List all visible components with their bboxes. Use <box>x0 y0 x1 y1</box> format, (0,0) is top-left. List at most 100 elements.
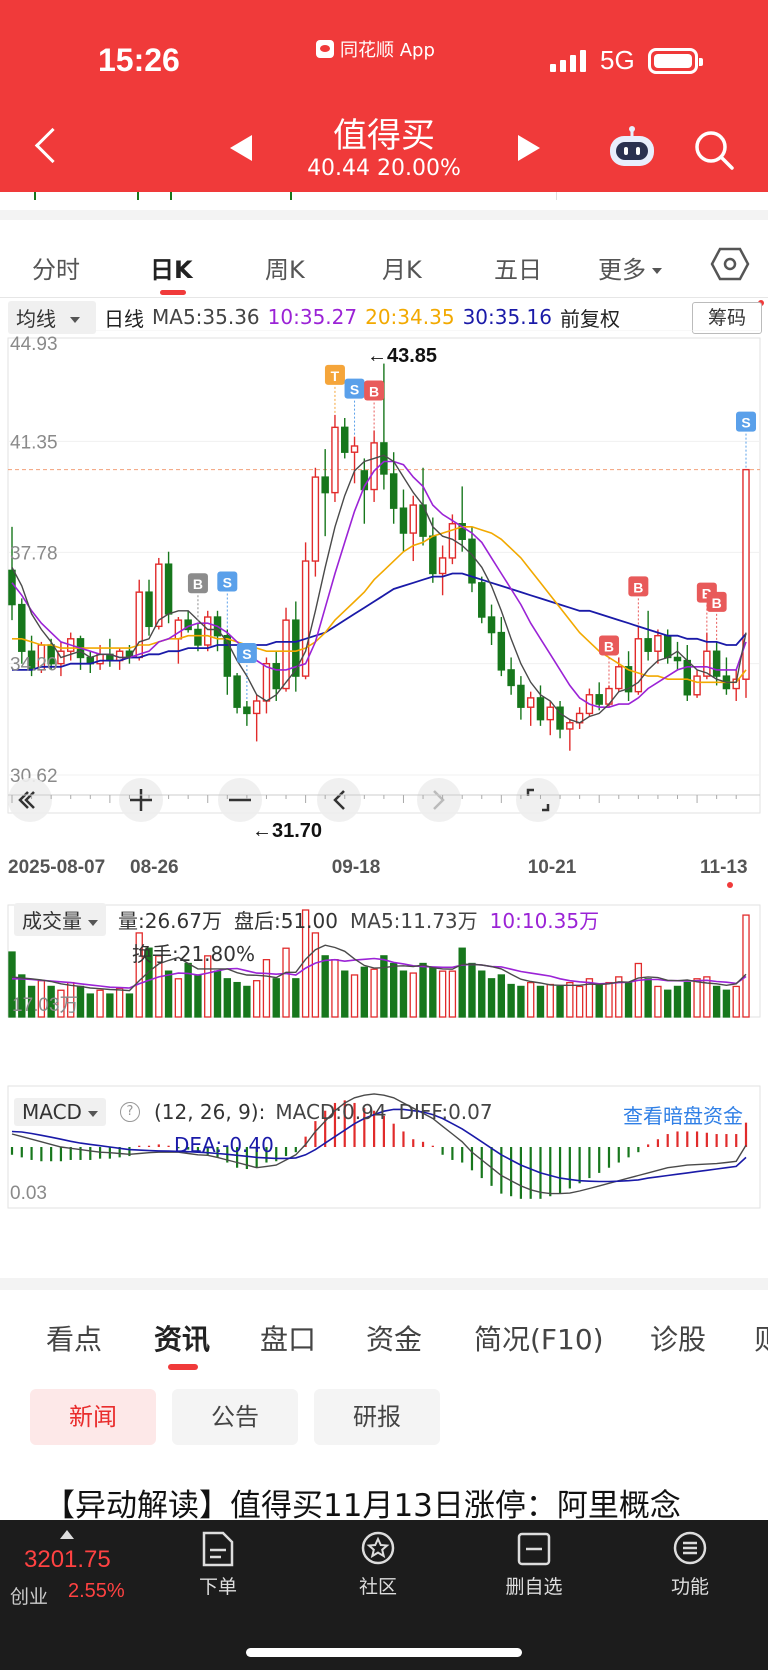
candle-down <box>194 628 202 646</box>
status-time: 15:26 <box>98 42 180 78</box>
tab-finance-cut[interactable]: 则 <box>754 1318 768 1358</box>
volume-bar-down <box>478 970 486 1018</box>
volume-bar-up <box>174 978 183 1018</box>
pill-research[interactable]: 研报 <box>314 1389 440 1445</box>
volume-bar-down <box>517 985 525 1018</box>
candle-down <box>683 659 692 696</box>
assistant-robot-icon[interactable] <box>606 126 658 170</box>
ma-legend-row: 均线 日线 MA5:35.36 10:35.27 20:34.35 30:35.… <box>8 300 628 334</box>
zoom-out-button[interactable] <box>218 778 262 822</box>
volume-bar-up <box>115 987 124 1018</box>
candle-down <box>712 650 721 677</box>
tab-order-book[interactable]: 盘口 <box>260 1318 316 1358</box>
dark-pool-link[interactable]: 查看暗盘资金 <box>623 1100 743 1129</box>
nav-remove-watchlist[interactable]: 删自选 <box>484 1530 584 1599</box>
tab-daily-k[interactable]: 日K <box>150 250 193 285</box>
tab-more[interactable]: 更多 <box>598 250 662 285</box>
section-divider <box>0 210 768 220</box>
volume-bar-up <box>409 972 417 1018</box>
volume-bar-down <box>673 985 682 1018</box>
candle-up <box>96 653 104 665</box>
bottom-nav-bar: 3201.75 创业 2.55% 下单 社区 删自选 功能 <box>0 1520 768 1670</box>
candle-up <box>566 722 574 730</box>
tab-monthly-k[interactable]: 月K <box>382 250 422 285</box>
candle-down <box>8 569 16 606</box>
signal-label: S <box>741 415 750 431</box>
nav-functions[interactable]: 功能 <box>640 1530 740 1599</box>
zoom-in-button[interactable] <box>119 778 163 822</box>
tab-f10[interactable]: 简况(F10) <box>474 1318 604 1358</box>
volume-bar-down <box>468 962 476 1018</box>
kline-tabs: 分时 日K 周K 月K 五日 更多 <box>0 228 768 298</box>
volume-bar-up <box>252 980 261 1018</box>
macd-dropdown[interactable]: MACD <box>14 1098 106 1126</box>
volume-dropdown-label: 成交量 <box>22 909 82 933</box>
volume-bar-up <box>527 981 535 1018</box>
volume-bar-up <box>732 985 740 1018</box>
index-up-arrow-icon <box>60 1530 74 1539</box>
app-header: 15:26 同花顺 App 5G 值得买 40.44 20.00% <box>0 0 768 192</box>
volume-bar-up <box>605 981 613 1018</box>
network-type: 5G <box>600 45 635 75</box>
volume-bar-up <box>566 981 574 1018</box>
nav-place-order[interactable]: 下单 <box>168 1530 268 1599</box>
volume-dropdown[interactable]: 成交量 <box>14 903 106 936</box>
tab-diagnosis[interactable]: 诊股 <box>650 1318 706 1358</box>
tab-capital[interactable]: 资金 <box>366 1318 422 1358</box>
chevron-down-icon <box>652 268 662 274</box>
volume-bar-down <box>389 962 398 1018</box>
volume-bar-down <box>458 947 466 1018</box>
volume-y-label: 17.03万 <box>12 995 79 1016</box>
macd-params: (12, 26, 9): <box>153 1100 266 1124</box>
collapse-left-button[interactable] <box>8 778 52 822</box>
ma-dropdown[interactable]: 均线 <box>8 300 96 334</box>
volume-bar-down <box>321 955 329 1018</box>
signal-label: B <box>369 383 379 399</box>
adjust-label[interactable]: 前复权 <box>560 303 620 332</box>
scroll-right-button[interactable] <box>417 778 461 822</box>
tab-news[interactable]: 资讯 <box>154 1318 210 1358</box>
volume-bar-down <box>507 983 515 1018</box>
fullscreen-button[interactable] <box>516 778 560 822</box>
price-y-tick-label: 37.78 <box>10 543 58 564</box>
volume-bar-down <box>487 978 496 1018</box>
volume-bar-down <box>86 993 94 1018</box>
index-value[interactable]: 3201.75 <box>24 1546 111 1574</box>
star-badge-icon <box>361 1531 395 1565</box>
tab-highlights[interactable]: 看点 <box>46 1318 102 1358</box>
volume-bar-down <box>272 978 280 1018</box>
volume-bar-down <box>213 970 222 1018</box>
candle-up <box>546 706 555 721</box>
scroll-left-button[interactable] <box>317 778 361 822</box>
settings-hexagon-icon[interactable] <box>710 246 750 282</box>
candle-up <box>693 675 701 696</box>
pill-news[interactable]: 新闻 <box>30 1389 156 1445</box>
pill-announcements[interactable]: 公告 <box>172 1389 298 1445</box>
signal-marker: B <box>628 576 649 625</box>
tab-five-day[interactable]: 五日 <box>494 250 542 285</box>
volume-bar-down <box>712 985 721 1018</box>
ma-dropdown-label: 均线 <box>16 306 56 331</box>
candle-down <box>487 616 496 634</box>
app-badge: 同花顺 App <box>316 36 435 62</box>
candle-down <box>644 638 652 652</box>
volume-bar-up <box>331 959 339 1018</box>
help-icon[interactable]: ? <box>119 1102 140 1122</box>
x-axis-date-label: 2025-08-07 <box>8 857 105 878</box>
macd-y-label: 0.03 <box>10 1183 47 1204</box>
tab-minute[interactable]: 分时 <box>32 250 80 285</box>
nav-community[interactable]: 社区 <box>328 1530 428 1599</box>
index-name: 创业 <box>10 1586 49 1608</box>
x-axis-date-label: 10-21 <box>528 857 577 878</box>
next-stock-button[interactable] <box>518 135 540 161</box>
candle-down <box>321 476 329 494</box>
candle-down <box>478 582 486 618</box>
search-icon[interactable] <box>692 128 736 172</box>
signal-marker: B <box>706 591 727 640</box>
tab-weekly-k[interactable]: 周K <box>265 250 305 285</box>
candle-up <box>615 666 623 690</box>
candle-up <box>262 662 271 702</box>
after-hours-value: 盘后:51.00 <box>234 909 338 933</box>
news-headline[interactable]: 【异动解读】值得买11月13日涨停：阿里概念 <box>44 1480 681 1525</box>
signal-label: T <box>331 368 340 384</box>
